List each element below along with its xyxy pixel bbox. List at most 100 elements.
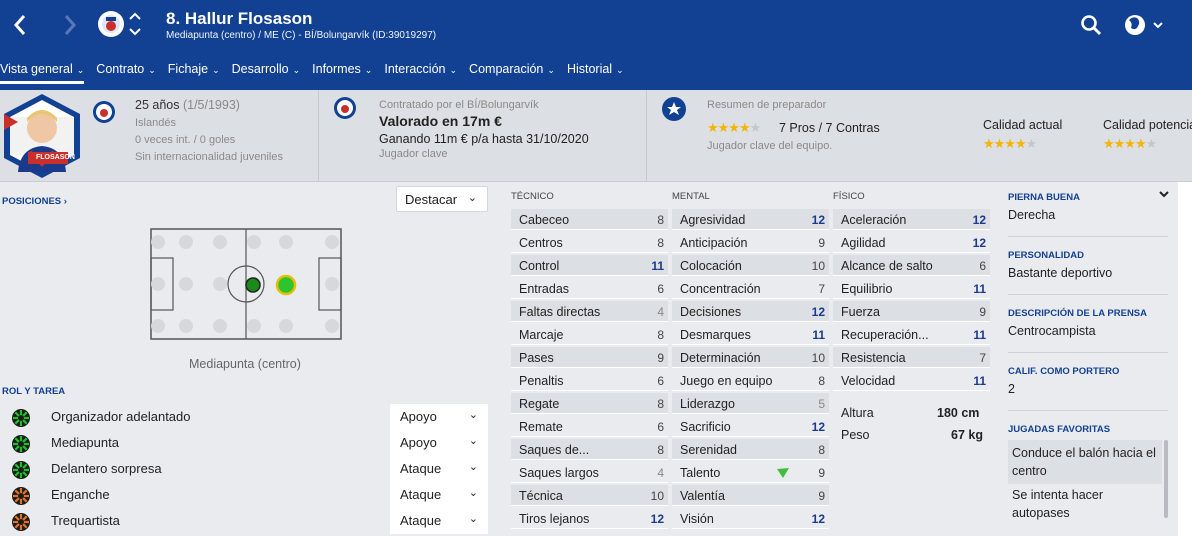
attribute-row[interactable]: Concentración 7 — [672, 278, 829, 299]
gk-rating-label: CALIF. COMO PORTERO — [1008, 366, 1120, 377]
attribute-row[interactable]: Valentía 9 — [672, 485, 829, 506]
attribute-row[interactable]: Fuerza 9 — [833, 301, 990, 322]
attribute-row[interactable]: Recuperación... 11 — [833, 324, 990, 345]
globe-icon[interactable] — [1124, 13, 1164, 37]
menu-item[interactable]: Desarrollo ⌄ — [232, 58, 301, 84]
attribute-row[interactable]: Pases 9 — [511, 347, 668, 368]
menu-item-label: Historial — [566, 62, 613, 76]
menu-item[interactable]: Vista general ⌄ — [0, 58, 85, 84]
attribute-row[interactable]: Desmarques 11 — [672, 324, 829, 345]
attribute-row[interactable]: Visión 12 — [672, 508, 829, 529]
attribute-row[interactable]: Penaltis 6 — [511, 370, 668, 391]
attribute-row[interactable]: Cabeceo 8 — [511, 209, 668, 230]
menu-item-label: Vista general — [0, 62, 73, 76]
attribute-value: 12 — [650, 512, 664, 526]
youth-caps: Sin internacionalidad juveniles — [135, 151, 283, 163]
role-row[interactable]: Trequartista Ataque ⌄ — [0, 508, 492, 534]
menu-item[interactable]: Historial ⌄ — [567, 58, 624, 84]
back-arrow-icon[interactable] — [6, 10, 34, 40]
attribute-row[interactable]: Aceleración 12 — [833, 209, 990, 230]
attribute-row[interactable]: Faltas directas 4 — [511, 301, 668, 322]
role-name: Trequartista — [51, 513, 120, 528]
search-icon[interactable] — [1080, 14, 1102, 36]
attribute-row[interactable]: Saques de... 8 — [511, 439, 668, 460]
forward-arrow-icon[interactable] — [56, 10, 84, 40]
attribute-row[interactable]: Sacrificio 12 — [672, 416, 829, 437]
divider — [646, 90, 647, 182]
chevron-down-icon: ⌄ — [616, 65, 624, 75]
player-switch-arrows-icon[interactable] — [128, 10, 142, 38]
attribute-row[interactable]: Equilibrio 11 — [833, 278, 990, 299]
attribute-row[interactable]: Resistencia 7 — [833, 347, 990, 368]
scrollbar[interactable] — [1164, 440, 1168, 518]
pitch-position-dot — [325, 235, 339, 249]
attribute-row[interactable]: Centros 8 — [511, 232, 668, 253]
club-crest-icon[interactable] — [96, 9, 126, 39]
attribute-row[interactable]: Velocidad 11 — [833, 370, 990, 391]
highlight-dropdown[interactable]: Destacar ⌄ — [396, 186, 488, 212]
duty-dropdown[interactable]: Ataque ⌄ — [390, 482, 488, 508]
pitch-position-dot — [325, 277, 339, 291]
attributes-panel: TÉCNICO MENTAL FÍSICO Cabeceo 8 Centros 8 Co… — [500, 182, 1000, 536]
attribute-row[interactable]: Anticipación 9 — [672, 232, 829, 253]
attribute-name: Tiros lejanos — [519, 512, 590, 526]
attribute-row[interactable]: Saques largos 4 — [511, 462, 668, 483]
attribute-row[interactable]: Tiros lejanos 12 — [511, 508, 668, 529]
menu-item[interactable]: Fichaje ⌄ — [168, 58, 220, 84]
tecnico-heading: TÉCNICO — [511, 191, 554, 202]
selected-position-dot[interactable] — [275, 274, 297, 296]
attribute-row[interactable]: Marcaje 8 — [511, 324, 668, 345]
role-name: Mediapunta — [51, 435, 119, 450]
attribute-value: 10 — [811, 351, 825, 365]
attribute-value: 7 — [818, 282, 825, 296]
preferred-foot-label: PIERNA BUENA — [1008, 192, 1080, 203]
attribute-row[interactable]: Decisiones 12 — [672, 301, 829, 322]
chevron-down-icon[interactable] — [1158, 188, 1170, 203]
duty-dropdown[interactable]: Ataque ⌄ — [390, 456, 488, 482]
attribute-name: Resistencia — [841, 351, 906, 365]
attribute-row[interactable]: Talento 9 — [672, 462, 829, 483]
preferred-foot-value: Derecha — [1008, 208, 1056, 222]
chevron-down-icon: ⌄ — [467, 192, 477, 204]
attribute-value: 10 — [811, 259, 825, 273]
attribute-row[interactable]: Colocación 10 — [672, 255, 829, 276]
role-row[interactable]: Organizador adelantado Apoyo ⌄ — [0, 404, 492, 430]
info-strip: FLOSASON 25 años (1/5/1993) Islandés 0 v… — [0, 90, 1192, 182]
positions-link[interactable]: POSICIONES › — [2, 196, 67, 207]
attribute-row[interactable]: Determinación 10 — [672, 347, 829, 368]
attribute-row[interactable]: Serenidad 8 — [672, 439, 829, 460]
menu-item-label: Comparación — [469, 62, 544, 76]
attribute-row[interactable]: Entradas 6 — [511, 278, 668, 299]
menu-item[interactable]: Contrato ⌄ — [96, 58, 156, 84]
contract-club-icon — [333, 96, 357, 120]
attribute-row[interactable]: Agresividad 12 — [672, 209, 829, 230]
role-row[interactable]: Enganche Ataque ⌄ — [0, 482, 492, 508]
pitch-position-dot — [213, 235, 227, 249]
pitch-position-dot — [179, 235, 193, 249]
pitch-position-dot — [247, 319, 261, 333]
attribute-value: 12 — [811, 213, 825, 227]
chevron-down-icon: ⌄ — [364, 65, 373, 75]
role-row[interactable]: Delantero sorpresa Ataque ⌄ — [0, 456, 492, 482]
attribute-value: 11 — [651, 259, 664, 273]
duty-label: Apoyo — [400, 409, 437, 424]
player-dob: (1/5/1993) — [182, 98, 240, 112]
role-row[interactable]: Mediapunta Apoyo ⌄ — [0, 430, 492, 456]
duty-dropdown[interactable]: Ataque ⌄ — [390, 508, 488, 534]
attribute-row[interactable]: Agilidad 12 — [833, 232, 990, 253]
menu-item[interactable]: Informes ⌄ — [312, 58, 372, 84]
attribute-row[interactable]: Liderazgo 5 — [672, 393, 829, 414]
attribute-row[interactable]: Control 11 — [511, 255, 668, 276]
attribute-row[interactable]: Técnica 10 — [511, 485, 668, 506]
menu-item[interactable]: Comparación ⌄ — [469, 58, 555, 84]
duty-dropdown[interactable]: Apoyo ⌄ — [390, 404, 488, 430]
attribute-row[interactable]: Remate 6 — [511, 416, 668, 437]
attribute-name: Centros — [519, 236, 563, 250]
attribute-row[interactable]: Juego en equipo 8 — [672, 370, 829, 391]
duty-dropdown[interactable]: Apoyo ⌄ — [390, 430, 488, 456]
attribute-value: 11 — [973, 374, 986, 388]
menu-item[interactable]: Interacción ⌄ — [384, 58, 457, 84]
attribute-row[interactable]: Alcance de salto 6 — [833, 255, 990, 276]
chevron-down-icon: ⌄ — [468, 461, 478, 473]
attribute-row[interactable]: Regate 8 — [511, 393, 668, 414]
